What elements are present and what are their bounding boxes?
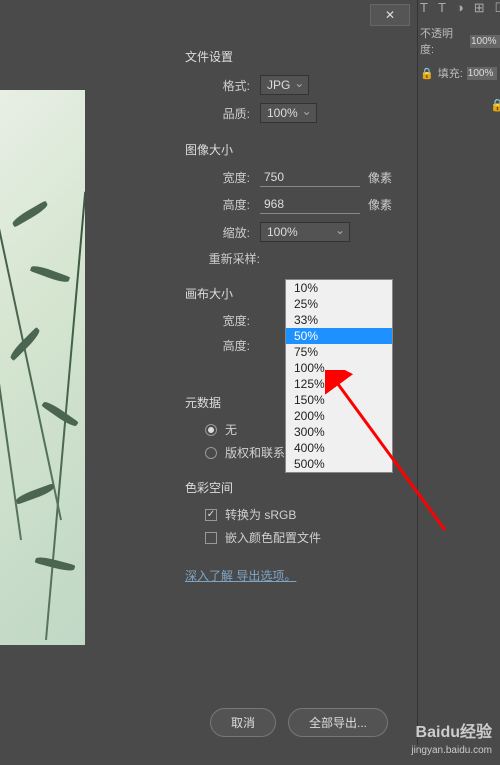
width-unit: 像素	[368, 169, 392, 186]
dropdown-item[interactable]: 400%	[286, 440, 392, 456]
colorspace-title: 色彩空间	[185, 479, 415, 496]
height-input[interactable]	[260, 195, 360, 214]
checkbox-icon	[205, 532, 217, 544]
resample-label: 重新采样:	[195, 250, 260, 267]
watermark-brand: Baidu经验	[411, 723, 492, 744]
canvas-width-label: 宽度:	[195, 312, 250, 329]
dropdown-item[interactable]: 75%	[286, 344, 392, 360]
radio-checked-icon	[205, 424, 217, 436]
radio-icon	[205, 447, 217, 459]
height-label: 高度:	[195, 196, 250, 213]
close-icon: ✕	[385, 8, 395, 22]
checkbox-checked-icon: ✓	[205, 509, 217, 521]
embed-label: 嵌入颜色配置文件	[225, 529, 321, 546]
lock-icon: 🔒	[420, 67, 434, 80]
lock-corner-icon: 🔒	[490, 98, 500, 112]
dropdown-item[interactable]: 10%	[286, 280, 392, 296]
width-label: 宽度:	[195, 169, 250, 186]
height-unit: 像素	[368, 196, 392, 213]
scale-label: 缩放:	[195, 224, 250, 241]
tool-icon[interactable]: ☐	[495, 0, 500, 20]
scale-select[interactable]: 100%	[260, 222, 350, 242]
file-settings-title: 文件设置	[185, 48, 415, 65]
scale-dropdown[interactable]: 10% 25% 33% 50% 75% 100% 125% 150% 200% …	[285, 279, 393, 473]
tool-icon[interactable]: ⊞	[474, 0, 485, 20]
watermark-url: jingyan.baidu.com	[411, 744, 492, 757]
tool-icon[interactable]: ◑	[456, 0, 464, 20]
canvas-height-label: 高度:	[195, 337, 250, 354]
export-all-button[interactable]: 全部导出...	[288, 708, 388, 737]
image-preview	[0, 90, 85, 645]
dropdown-item[interactable]: 300%	[286, 424, 392, 440]
image-size-title: 图像大小	[185, 141, 415, 158]
dropdown-item[interactable]: 25%	[286, 296, 392, 312]
dropdown-item[interactable]: 500%	[286, 456, 392, 472]
opacity-label: 不透明度:	[420, 25, 466, 57]
opacity-input[interactable]	[470, 35, 500, 48]
fill-input[interactable]	[467, 67, 497, 80]
quality-select[interactable]: 100%	[260, 103, 317, 123]
dropdown-item[interactable]: 100%	[286, 360, 392, 376]
top-toolbar: T T ◑ ⊞ ☐	[420, 0, 500, 20]
dropdown-item[interactable]: 33%	[286, 312, 392, 328]
cancel-button[interactable]: 取消	[210, 708, 276, 737]
srgb-checkbox[interactable]: ✓ 转换为 sRGB	[205, 506, 415, 523]
width-input[interactable]	[260, 168, 360, 187]
srgb-label: 转换为 sRGB	[225, 506, 296, 523]
tool-icon[interactable]: T	[438, 0, 446, 20]
fill-label: 填充:	[438, 65, 463, 81]
dialog-buttons: 取消 全部导出...	[210, 708, 388, 737]
format-select[interactable]: JPG	[260, 75, 309, 95]
metadata-none-label: 无	[225, 421, 237, 438]
embed-checkbox[interactable]: 嵌入颜色配置文件	[205, 529, 415, 546]
quality-label: 品质:	[195, 105, 250, 122]
tool-icon[interactable]: T	[420, 0, 428, 20]
dropdown-item[interactable]: 150%	[286, 392, 392, 408]
close-button[interactable]: ✕	[370, 4, 410, 26]
dropdown-item[interactable]: 200%	[286, 408, 392, 424]
watermark: Baidu经验 jingyan.baidu.com	[411, 723, 492, 757]
dropdown-item[interactable]: 125%	[286, 376, 392, 392]
format-label: 格式:	[195, 77, 250, 94]
dropdown-item-selected[interactable]: 50%	[286, 328, 392, 344]
layers-panel: 不透明度: 🔒 填充:	[420, 25, 500, 89]
learn-more-link[interactable]: 深入了解 导出选项。	[185, 567, 296, 584]
